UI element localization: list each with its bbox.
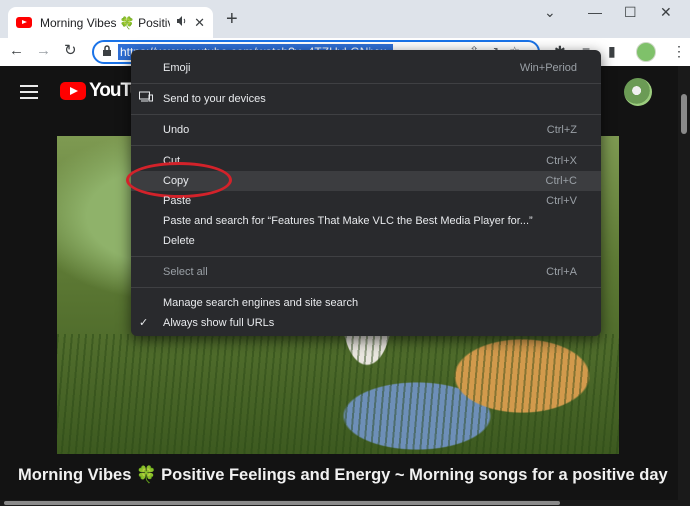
menu-item-label: Send to your devices xyxy=(163,93,266,105)
lock-icon[interactable] xyxy=(102,44,112,60)
menu-item-shortcut: Ctrl+X xyxy=(546,155,577,167)
context-menu: Emoji Win+Period Send to your devices Un… xyxy=(126,50,601,336)
menu-item-label: Paste xyxy=(163,195,192,207)
browser-tab[interactable]: Morning Vibes 🍀 Positive F ✕ xyxy=(8,7,213,38)
tab-title: Morning Vibes 🍀 Positive F xyxy=(40,15,170,30)
menu-icon[interactable] xyxy=(20,85,38,103)
menu-item-emoji[interactable]: Emoji Win+Period xyxy=(131,58,601,78)
reload-button[interactable]: ↻ xyxy=(64,41,77,61)
menu-item-label: Undo xyxy=(163,124,190,136)
menu-item-shortcut: Ctrl+C xyxy=(545,175,577,187)
youtube-play-icon xyxy=(60,82,86,100)
side-panel-icon[interactable]: ▮ xyxy=(608,43,616,60)
devices-icon xyxy=(139,89,153,109)
menu-item-label: Always show full URLs xyxy=(163,317,275,329)
menu-item-always-show-full-urls[interactable]: ✓ Always show full URLs xyxy=(131,313,601,333)
chrome-menu-icon[interactable]: ⋮ xyxy=(672,43,686,60)
menu-separator xyxy=(131,114,601,115)
account-avatar[interactable] xyxy=(624,78,652,106)
menu-item-shortcut: Win+Period xyxy=(519,62,577,74)
youtube-favicon-icon xyxy=(16,17,32,28)
menu-separator xyxy=(131,145,601,146)
menu-item-label: Delete xyxy=(163,235,195,247)
menu-item-send-to-devices[interactable]: Send to your devices xyxy=(131,89,601,109)
tab-close-icon[interactable]: ✕ xyxy=(194,15,205,31)
checkmark-icon: ✓ xyxy=(139,317,149,329)
menu-item-select-all[interactable]: Select all Ctrl+A xyxy=(131,262,601,282)
menu-separator xyxy=(131,256,601,257)
tab-search-icon[interactable]: ⌄ xyxy=(544,4,556,21)
menu-item-manage-search-engines[interactable]: Manage search engines and site search xyxy=(131,293,601,313)
menu-item-delete[interactable]: Delete xyxy=(131,231,601,251)
menu-item-copy[interactable]: Copy Ctrl+C xyxy=(126,162,601,198)
menu-item-shortcut: Ctrl+A xyxy=(546,266,577,278)
forward-button[interactable]: → xyxy=(36,41,51,61)
new-tab-button[interactable]: + xyxy=(226,9,238,29)
tab-strip: Morning Vibes 🍀 Positive F ✕ + ⌄ — ☐ ✕ xyxy=(0,0,690,38)
video-frame-grass xyxy=(57,334,619,454)
back-button[interactable]: ← xyxy=(9,41,24,61)
video-title: Morning Vibes 🍀 Positive Feelings and En… xyxy=(18,466,668,485)
speaker-icon[interactable] xyxy=(176,15,188,30)
vertical-scroll-thumb[interactable] xyxy=(681,94,687,134)
menu-item-label: Manage search engines and site search xyxy=(163,297,359,309)
menu-item-label: Emoji xyxy=(163,62,191,74)
menu-item-label: Paste and search for “Features That Make… xyxy=(163,215,533,227)
maximize-button[interactable]: ☐ xyxy=(624,4,637,21)
menu-item-paste[interactable]: Paste Ctrl+V xyxy=(131,191,601,211)
menu-item-paste-and-search[interactable]: Paste and search for “Features That Make… xyxy=(131,211,601,231)
profile-avatar[interactable] xyxy=(636,42,656,62)
horizontal-scroll-thumb[interactable] xyxy=(4,501,560,505)
menu-item-label: Select all xyxy=(163,266,208,278)
menu-item-shortcut: Ctrl+V xyxy=(546,195,577,207)
video-title-part2: Positive Feelings and Energy ~ Morning s… xyxy=(161,466,668,484)
menu-item-shortcut: Ctrl+Z xyxy=(546,124,577,136)
clover-icon: 🍀 xyxy=(135,466,157,484)
menu-item-undo[interactable]: Undo Ctrl+Z xyxy=(131,120,601,140)
menu-separator xyxy=(131,287,601,288)
minimize-button[interactable]: — xyxy=(588,4,602,20)
window-close-button[interactable]: ✕ xyxy=(660,4,672,21)
menu-separator xyxy=(131,83,601,84)
video-title-part1: Morning Vibes xyxy=(18,466,132,484)
